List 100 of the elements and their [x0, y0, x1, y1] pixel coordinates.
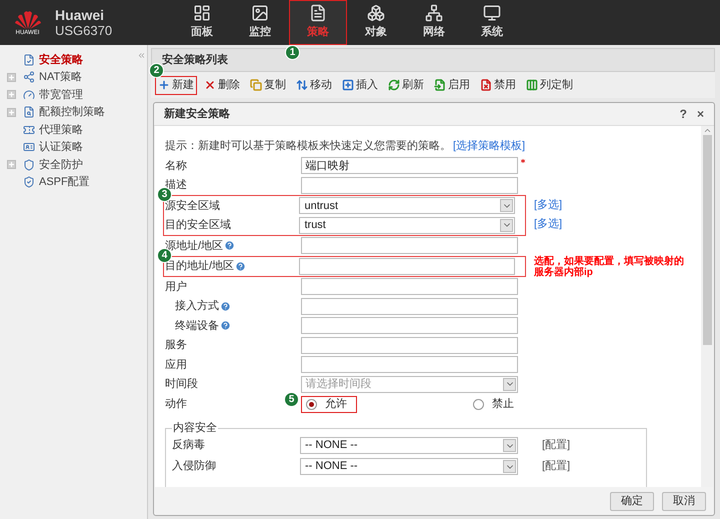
copy-icon: [250, 79, 262, 91]
ticket-icon: [23, 124, 35, 136]
document-icon: [23, 54, 35, 66]
field-label: 动作: [165, 396, 187, 412]
field-label: 反病毒: [172, 438, 206, 454]
field-label: 用户: [165, 280, 187, 294]
square-plus-icon: [342, 79, 354, 91]
shield-icon: [23, 158, 35, 171]
scroll-up-icon[interactable]: [702, 126, 712, 135]
sidebar-item[interactable]: ASPF配置: [39, 174, 90, 190]
nav-tab[interactable]: 监控: [231, 0, 289, 45]
toolbar-button[interactable]: 禁用: [477, 76, 519, 94]
field-label: 入侵防御: [172, 459, 217, 474]
select-field[interactable]: -- NONE --: [300, 437, 518, 454]
petal-logo-icon: [14, 10, 40, 30]
model-name: USG6370: [55, 23, 114, 38]
toolbar-button[interactable]: 复制: [247, 76, 289, 94]
close-icon: [204, 79, 216, 91]
toolbar-button[interactable]: 列定制: [523, 76, 576, 94]
document-icon: [309, 4, 327, 22]
annotation-note: 选配，如果要配置，填写被映射的服务器内部ip: [534, 256, 685, 278]
plus-icon: [158, 79, 170, 91]
select-field[interactable]: trust: [299, 216, 516, 234]
brand-name: Huawei: [55, 7, 106, 23]
field-label: 应用: [165, 358, 187, 372]
sidebar-item[interactable]: 配额控制策略: [39, 104, 105, 120]
step-badge: 5: [284, 392, 299, 406]
nav-tab[interactable]: 面板: [173, 0, 231, 45]
select-field[interactable]: -- NONE --: [300, 458, 518, 475]
toolbar-button[interactable]: 移动: [293, 76, 335, 94]
multi-select-link[interactable]: [多选]: [534, 216, 562, 232]
toolbar-button[interactable]: 插入: [339, 76, 381, 94]
help-icon[interactable]: [220, 320, 231, 332]
card-icon: [23, 141, 35, 154]
config-link[interactable]: [配置]: [542, 458, 570, 475]
sidebar-item[interactable]: 安全策略: [39, 52, 83, 68]
radio-label: 禁止: [492, 396, 514, 412]
sidebar-item[interactable]: 认证策略: [39, 139, 83, 156]
step-badge: 1: [285, 45, 300, 60]
input-field[interactable]: [300, 278, 518, 296]
close-button[interactable]: ×: [696, 105, 704, 123]
toolbar-button[interactable]: 新建: [155, 76, 197, 94]
scrollbar[interactable]: [701, 126, 713, 487]
input-field[interactable]: [299, 258, 516, 275]
help-icon[interactable]: [220, 300, 231, 312]
shield-check-icon: [23, 176, 35, 188]
toolbar-button[interactable]: 刷新: [385, 76, 427, 94]
expand-toggle[interactable]: [7, 72, 16, 82]
refresh-icon: [388, 79, 400, 91]
nav-tab[interactable]: 网络: [405, 0, 463, 45]
group-title: 内容安全: [172, 421, 218, 435]
panel-title: 安全策略列表: [162, 52, 228, 68]
radio-label: 允许: [325, 396, 347, 412]
field-label: 目的安全区域: [165, 218, 231, 233]
input-field[interactable]: [300, 298, 518, 315]
expand-toggle[interactable]: [7, 108, 16, 117]
radio-button[interactable]: [473, 398, 484, 410]
radio-button[interactable]: [306, 398, 317, 410]
dashboard-icon: [193, 4, 211, 22]
monitor-icon: [483, 4, 501, 22]
dialog-title: 新建安全策略: [164, 106, 230, 122]
collapse-icon[interactable]: [137, 51, 146, 60]
field-label: 接入方式: [174, 298, 219, 314]
help-icon[interactable]: [224, 240, 236, 252]
input-field[interactable]: [300, 176, 518, 194]
dialog-button[interactable]: 取消: [662, 492, 706, 510]
help-icon[interactable]: [235, 260, 246, 272]
toolbar-button[interactable]: 删除: [201, 76, 243, 94]
up-down-arrow-icon: [296, 79, 308, 91]
field-label: 名称: [165, 158, 187, 174]
gauge-icon: [23, 88, 35, 101]
step-badge: 2: [149, 62, 164, 78]
input-field[interactable]: [300, 237, 518, 254]
file-arrow-icon: [434, 79, 446, 91]
input-field[interactable]: 端口映射: [300, 157, 518, 174]
input-field[interactable]: [300, 317, 518, 334]
select-field[interactable]: untrust: [299, 197, 516, 214]
input-field[interactable]: [300, 356, 518, 374]
image-icon: [251, 4, 269, 22]
help-button[interactable]: ?: [680, 105, 687, 123]
input-field[interactable]: [300, 336, 518, 354]
nav-tab[interactable]: 系统: [463, 0, 521, 45]
expand-toggle[interactable]: [7, 90, 16, 100]
share-icon: [23, 71, 35, 84]
multi-select-link[interactable]: [多选]: [534, 196, 562, 213]
nav-tab[interactable]: 对象: [347, 0, 405, 45]
dialog-button[interactable]: 确定: [610, 492, 654, 510]
field-label: 时间段: [165, 377, 198, 392]
sidebar-item[interactable]: 带宽管理: [39, 86, 83, 103]
field-label: 服务: [165, 338, 187, 353]
hint-text: 提示：新建时可以基于策略模板来快速定义您需要的策略。: [165, 138, 451, 154]
config-link[interactable]: [配置]: [542, 437, 570, 454]
template-link[interactable]: [选择策略模板]: [453, 138, 526, 155]
expand-toggle[interactable]: [7, 160, 16, 170]
toolbar-button[interactable]: 启用: [431, 76, 473, 94]
sidebar-item[interactable]: 代理策略: [39, 122, 83, 138]
search-document-icon: [23, 106, 35, 118]
sidebar-item[interactable]: NAT策略: [39, 69, 82, 86]
sidebar-item[interactable]: 安全防护: [39, 156, 83, 173]
file-x-icon: [480, 79, 492, 91]
